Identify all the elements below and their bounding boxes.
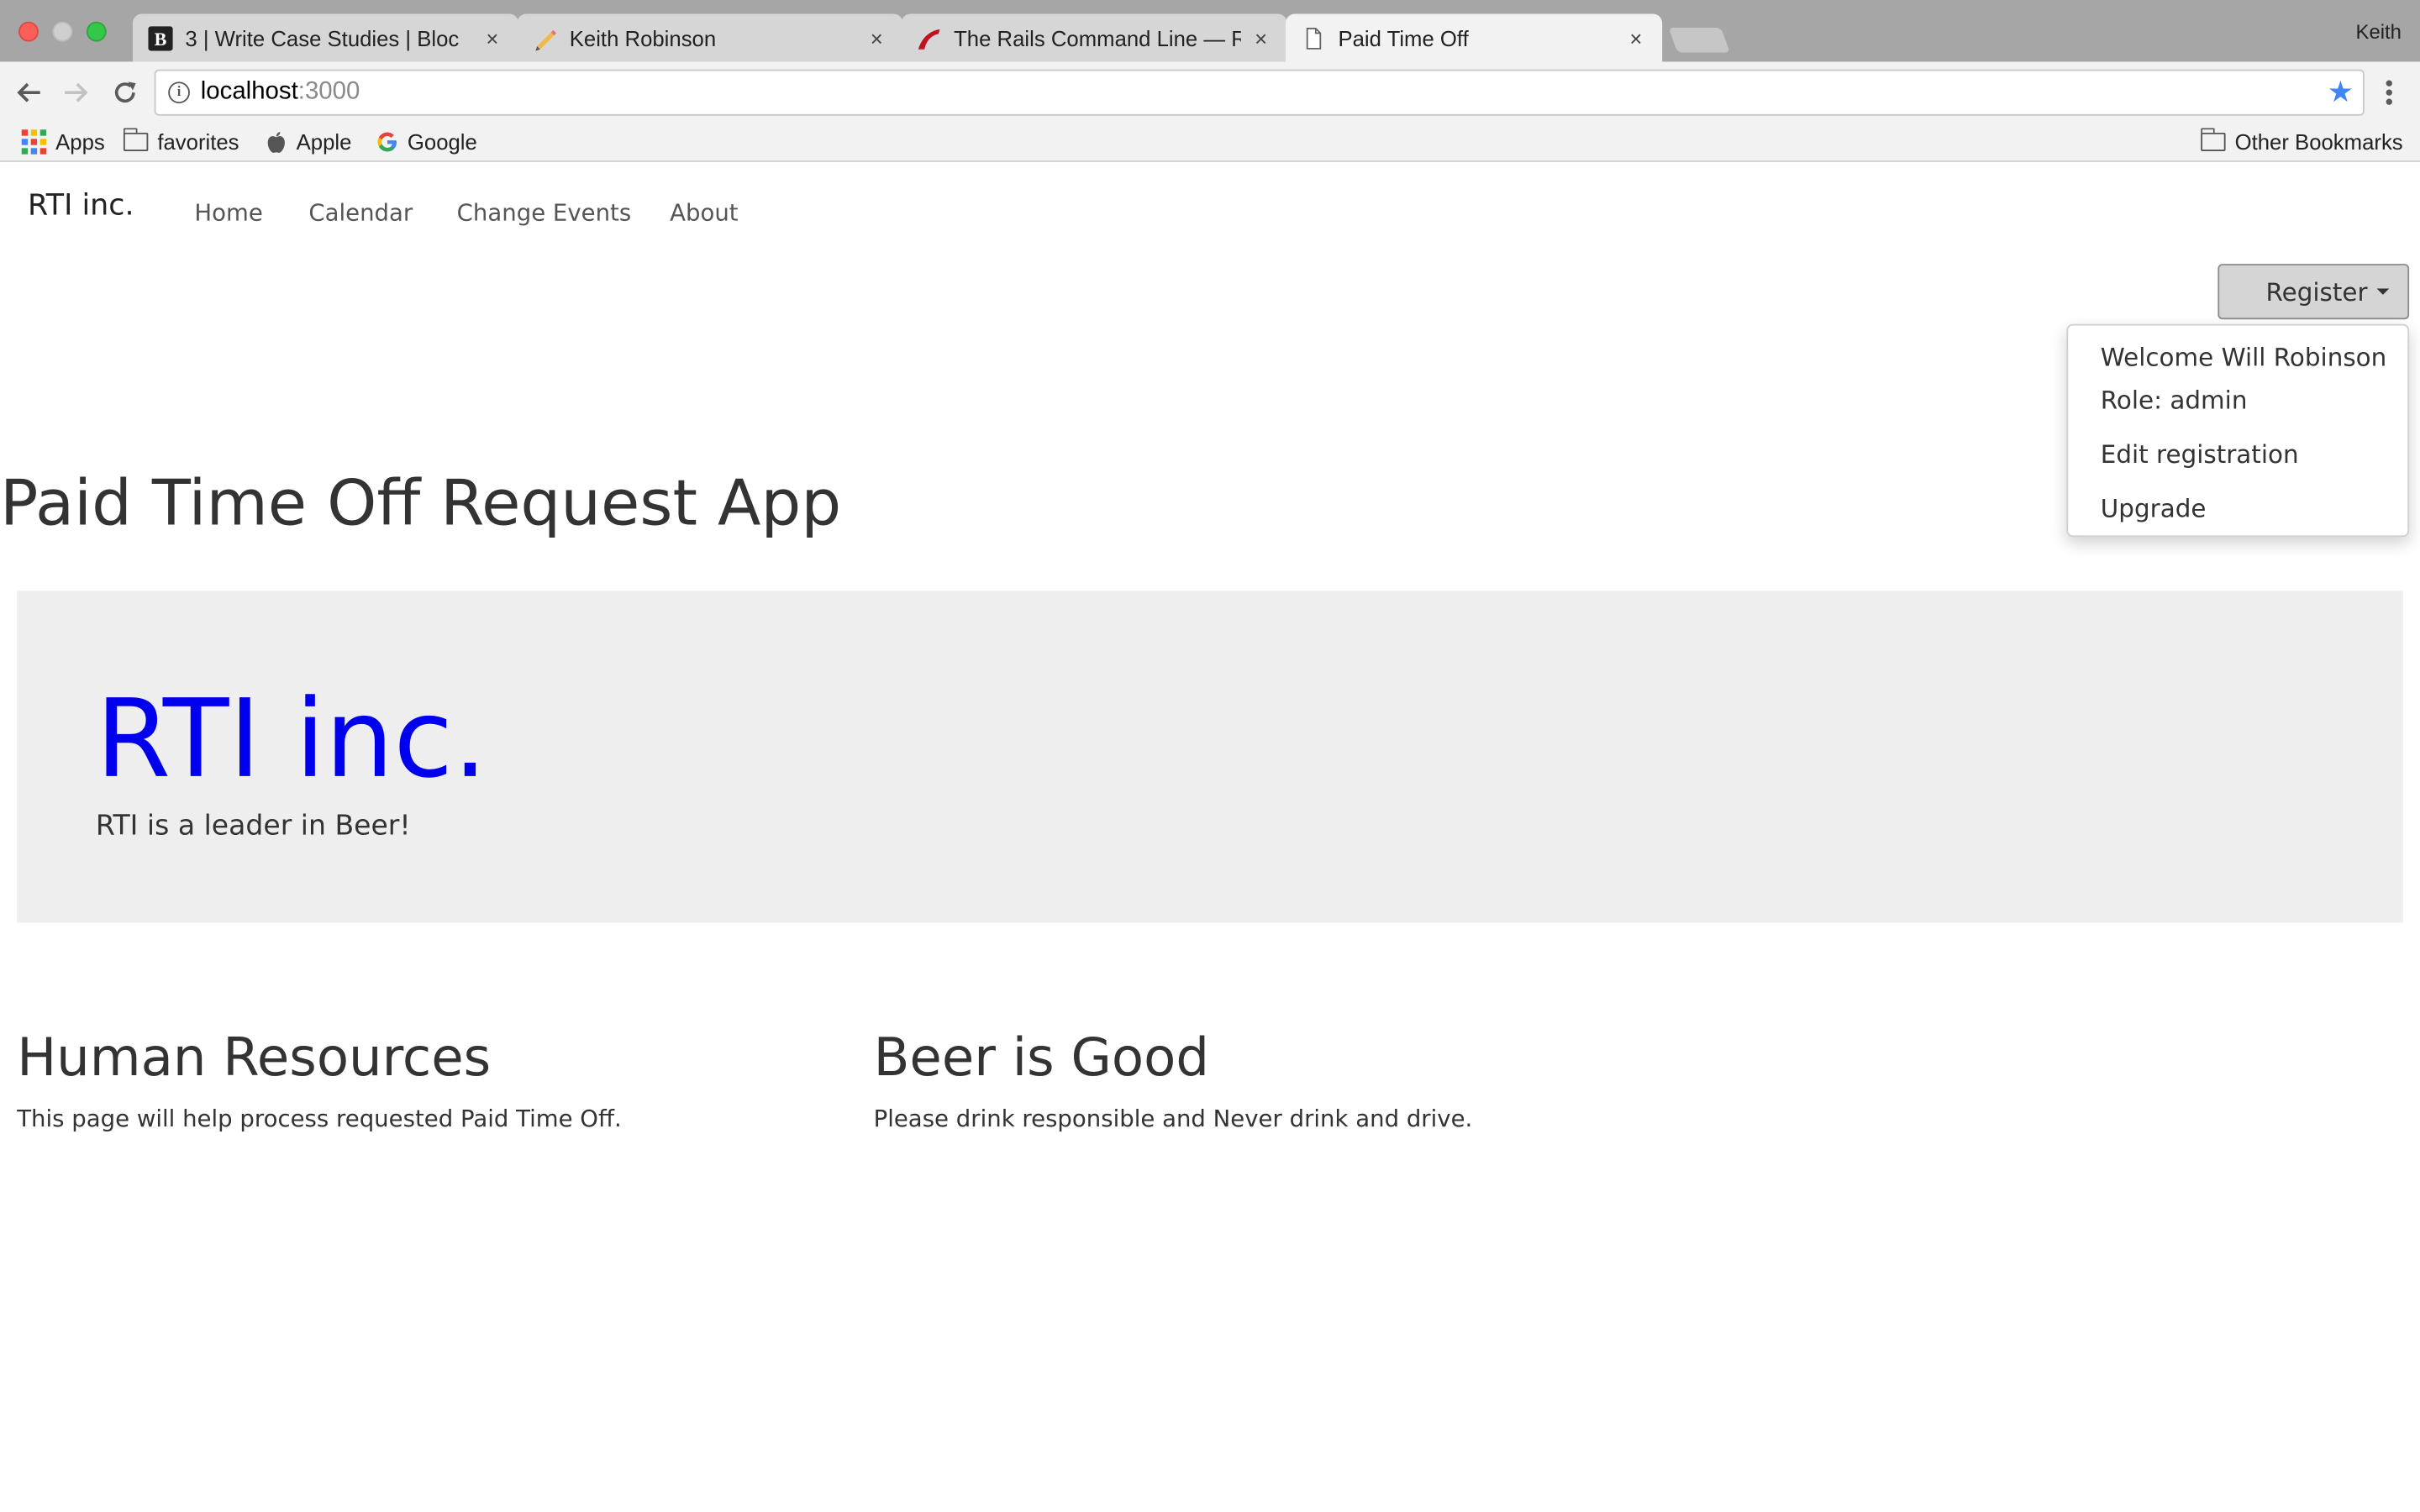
browser-tab[interactable]: Keith Robinson × (517, 13, 903, 62)
tab-title: 3 | Write Case Studies | Bloc (185, 25, 460, 50)
close-window-button[interactable] (18, 21, 39, 42)
back-arrow-icon[interactable] (13, 76, 46, 109)
role-text: Role: admin (2100, 386, 2248, 416)
reload-icon[interactable] (108, 76, 142, 109)
nav-link-home[interactable]: Home (194, 199, 262, 227)
tab-title: Paid Time Off (1338, 25, 1469, 50)
tab-title: The Rails Command Line — Ru (954, 25, 1241, 50)
welcome-text: Welcome Will Robinson (2100, 342, 2387, 372)
tab-close-icon[interactable]: × (1625, 25, 1647, 50)
profile-name[interactable]: Keith (2356, 20, 2402, 44)
edit-registration-link[interactable]: Edit registration (2101, 439, 2299, 469)
rails-icon (917, 25, 941, 50)
nav-link-change-events[interactable]: Change Events (457, 199, 632, 227)
register-dropdown-menu: Welcome Will Robinson Role: admin Edit r… (2066, 323, 2410, 538)
browser-tab[interactable]: The Rails Command Line — Ru × (901, 13, 1287, 62)
url-host: localhost (200, 78, 298, 105)
register-label: Register (2265, 276, 2368, 307)
column-text: Please drink responsible and Never drink… (873, 1105, 1473, 1133)
bookmark-apple[interactable]: Apple (266, 127, 352, 158)
jumbotron-title: RTI inc. (95, 675, 487, 803)
document-icon (1301, 25, 1325, 50)
folder-icon (2200, 128, 2226, 152)
url-port: :3000 (297, 78, 360, 105)
caret-down-icon (2376, 288, 2390, 295)
info-icon[interactable]: i (168, 81, 190, 104)
page-title: Paid Time Off Request App (0, 465, 842, 540)
tab-title: Keith Robinson (569, 25, 717, 50)
bookmarks-bar: Apps favorites Apple Google Other Bookma… (0, 123, 2420, 162)
pencil-icon (533, 25, 557, 50)
bookmark-label: Apps (55, 129, 105, 155)
apple-icon (266, 130, 287, 154)
upgrade-link[interactable]: Upgrade (2101, 494, 2207, 523)
new-tab-button[interactable] (1668, 28, 1730, 53)
apps-grid-icon (21, 129, 47, 155)
fullscreen-window-button[interactable] (86, 21, 107, 42)
site-navbar: RTI inc. Home Calendar Change Events Abo… (0, 164, 2420, 256)
bookmark-label: Google (407, 129, 477, 155)
tab-strip: B 3 | Write Case Studies | Bloc × Keith … (0, 0, 2420, 62)
jumbotron: RTI inc. RTI is a leader in Beer! (17, 591, 2403, 923)
tab-close-icon[interactable]: × (481, 25, 503, 50)
nav-link-about[interactable]: About (670, 199, 738, 227)
other-bookmarks-label: Other Bookmarks (2234, 129, 2403, 155)
bookmark-label: favorites (157, 129, 239, 155)
tab-close-icon[interactable]: × (1250, 25, 1272, 50)
minimize-window-button[interactable] (52, 21, 73, 42)
jumbotron-text: RTI is a leader in Beer! (95, 810, 411, 843)
bloc-b-icon: B (148, 25, 173, 50)
column-heading: Beer is Good (873, 1027, 1209, 1089)
browser-tab[interactable]: B 3 | Write Case Studies | Bloc × (132, 13, 519, 62)
info-column: Human Resources This page will help proc… (17, 1027, 850, 1132)
bookmark-google[interactable]: Google (376, 127, 477, 158)
column-heading: Human Resources (17, 1027, 492, 1089)
register-dropdown-button[interactable]: Register (2217, 264, 2410, 320)
browser-toolbar: i localhost:3000 ★ (0, 61, 2420, 123)
browser-tab-active[interactable]: Paid Time Off × (1286, 13, 1663, 62)
info-column: Beer is Good Please drink responsible an… (874, 1027, 1707, 1132)
other-bookmarks[interactable]: Other Bookmarks (2200, 127, 2403, 158)
nav-link-calendar[interactable]: Calendar (308, 199, 413, 227)
bookmark-apps[interactable]: Apps (21, 127, 105, 158)
folder-icon (123, 128, 149, 152)
tab-close-icon[interactable]: × (865, 25, 887, 50)
svg-text:B: B (155, 28, 167, 49)
browser-window: B 3 | Write Case Studies | Bloc × Keith … (0, 0, 2420, 1512)
bookmark-label: Apple (296, 129, 352, 155)
bookmark-star-icon[interactable]: ★ (2328, 76, 2354, 109)
navbar-brand[interactable]: RTI inc. (28, 188, 134, 222)
bookmark-favorites[interactable]: favorites (123, 127, 239, 158)
address-bar[interactable]: i localhost:3000 ★ (154, 69, 2365, 116)
url-text[interactable]: localhost:3000 (201, 79, 360, 107)
browser-menu-icon[interactable] (2377, 77, 2402, 108)
forward-arrow-icon[interactable] (59, 76, 92, 109)
web-page: RTI inc. Home Calendar Change Events Abo… (0, 163, 2420, 1512)
column-text: This page will help process requested Pa… (17, 1105, 622, 1133)
google-icon (376, 131, 398, 153)
